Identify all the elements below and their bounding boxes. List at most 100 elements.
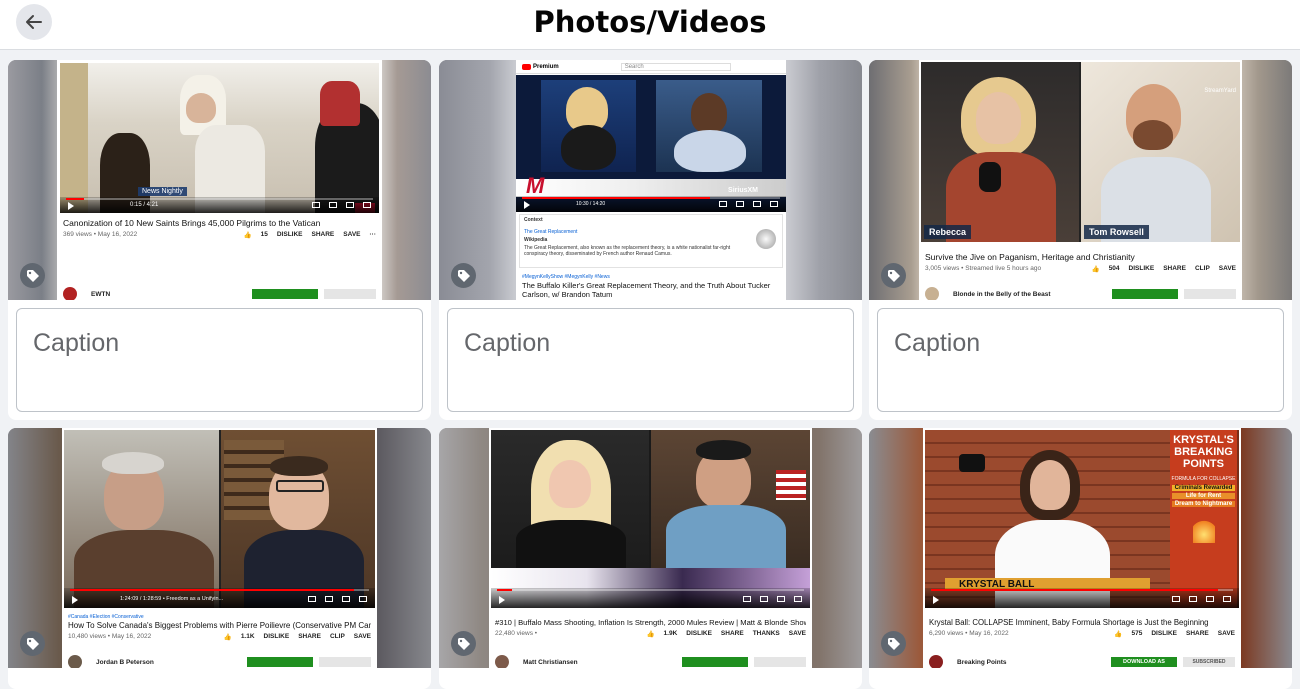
save-label: SAVE	[788, 630, 806, 637]
player-controls[interactable]: 0:15 / 4:21	[60, 197, 379, 213]
thanks-label: THANKS	[752, 630, 780, 637]
avatar	[68, 655, 82, 668]
media-thumbnail[interactable]: News Nightly 0:15 / 4:21 Canonization of…	[8, 60, 431, 300]
premium-label: Premium	[533, 63, 559, 70]
screenshot: Premium Search M SiriusXM 10:30 / 14:20 …	[516, 60, 786, 300]
save-label: SAVE	[343, 231, 361, 238]
screenshot: #310 | Buffalo Mass Shooting, Inflation …	[489, 428, 812, 668]
download-button[interactable]: DOWNLOAD AS	[1111, 657, 1177, 667]
save-label: SAVE	[353, 633, 371, 640]
thumbs-up-icon: 👍	[1114, 631, 1123, 638]
channel-row: Breaking Points DOWNLOAD AS SUBSCRIBED	[929, 655, 1235, 668]
video-frame: M SiriusXM 10:30 / 14:20	[516, 75, 786, 212]
play-icon[interactable]	[68, 202, 74, 210]
top-bar: Photos/Videos	[0, 0, 1300, 50]
overlay-label: SiriusXM	[728, 187, 758, 194]
screenshot: Rebecca Tom Rowsell StreamYard Survive t…	[919, 60, 1242, 300]
share-label: SHARE	[1163, 265, 1186, 272]
avatar	[495, 655, 509, 668]
caption-input[interactable]: Caption	[877, 308, 1284, 412]
subscribed-button[interactable]: SUBSCRIBED	[1183, 657, 1235, 667]
time-display: 10:30 / 14:20	[576, 201, 606, 207]
caption-input[interactable]: Caption	[16, 308, 423, 412]
media-card: 1:24:09 / 1:28:59 • Freedom as a Unifyin…	[8, 428, 431, 689]
share-label: SHARE	[311, 231, 335, 238]
tag-button[interactable]	[20, 263, 45, 288]
clip-label: CLIP	[329, 633, 345, 640]
play-icon[interactable]	[933, 596, 939, 604]
video-frame: 1:24:09 / 1:28:59 • Freedom as a Unifyin…	[64, 430, 375, 608]
like-count: 15	[260, 231, 268, 238]
channel-name: EWTN	[91, 290, 111, 298]
caption-input[interactable]: Caption	[447, 308, 854, 412]
media-thumbnail[interactable]: Rebecca Tom Rowsell StreamYard Survive t…	[869, 60, 1292, 300]
play-icon[interactable]	[72, 596, 78, 604]
clip-label: CLIP	[1194, 265, 1210, 272]
tag-button[interactable]	[881, 263, 906, 288]
channel-name: Blonde in the Belly of the Beast	[953, 290, 1051, 298]
player-controls[interactable]	[491, 588, 810, 608]
media-thumbnail[interactable]: KRYSTAL BALL KRYSTAL'S BREAKING POINTS F…	[869, 428, 1292, 668]
context-link[interactable]: The Great Replacement	[524, 229, 778, 235]
play-icon[interactable]	[499, 596, 505, 604]
segment-title: FORMULA FOR COLLAPSE	[1171, 476, 1236, 482]
thumbs-up-icon: 👍	[1091, 266, 1100, 273]
media-thumbnail[interactable]: Premium Search M SiriusXM 10:30 / 14:20 …	[439, 60, 862, 300]
overlay-label: News Nightly	[138, 187, 187, 196]
youtube-play-icon[interactable]	[959, 454, 985, 472]
channel-row: Blonde in the Belly of the Beast	[925, 287, 1236, 300]
video-title: Survive the Jive on Paganism, Heritage a…	[925, 252, 1135, 262]
channel-row: Matt Christiansen	[495, 655, 806, 668]
participant-name-right: Tom Rowsell	[1084, 225, 1149, 239]
tag-icon	[26, 269, 39, 282]
avatar	[929, 655, 943, 668]
dislike-label: DISLIKE	[686, 630, 712, 637]
view-stats: 6,290 views • May 16, 2022	[929, 630, 1009, 637]
time-display: 0:15 / 4:21	[130, 202, 159, 208]
view-stats: 22,480 views •	[495, 630, 538, 637]
tag-icon	[457, 269, 470, 282]
view-stats: 10,480 views • May 16, 2022	[68, 633, 152, 640]
save-label: SAVE	[1217, 630, 1235, 637]
media-thumbnail[interactable]: #310 | Buffalo Mass Shooting, Inflation …	[439, 428, 862, 668]
tag-icon	[457, 637, 470, 650]
like-count: 1.1K	[240, 633, 255, 640]
media-card: Rebecca Tom Rowsell StreamYard Survive t…	[869, 60, 1292, 420]
media-card: #310 | Buffalo Mass Shooting, Inflation …	[439, 428, 862, 689]
like-count: 504	[1108, 265, 1120, 272]
media-card: News Nightly 0:15 / 4:21 Canonization of…	[8, 60, 431, 420]
hashtags[interactable]: #Canada #Election #Conservative	[68, 614, 371, 620]
player-controls[interactable]: 10:30 / 14:20	[516, 196, 786, 212]
video-frame: News Nightly 0:15 / 4:21	[60, 63, 379, 213]
participant-name-left: Rebecca	[924, 225, 972, 239]
avatar	[925, 287, 939, 300]
context-text: The Great Replacement, also known as the…	[524, 245, 731, 257]
tag-icon	[26, 637, 39, 650]
player-controls[interactable]: 1:24:09 / 1:28:59 • Freedom as a Unifyin…	[64, 588, 375, 608]
tag-button[interactable]	[451, 263, 476, 288]
channel-row: Jordan B Peterson	[68, 655, 371, 668]
context-source: Wikipedia	[524, 237, 548, 243]
share-label: SHARE	[720, 630, 744, 637]
search-field[interactable]: Search	[620, 62, 731, 71]
media-thumbnail[interactable]: 1:24:09 / 1:28:59 • Freedom as a Unifyin…	[8, 428, 431, 668]
watermark: StreamYard	[1204, 88, 1236, 94]
save-label: SAVE	[1218, 265, 1236, 272]
show-logo: KRYSTAL'S BREAKING POINTS	[1173, 434, 1234, 470]
wikipedia-globe-icon	[756, 229, 776, 249]
dislike-label: DISLIKE	[263, 633, 290, 640]
hashtags[interactable]: #MegynKellyShow #MegynKelly #News	[522, 274, 780, 280]
player-controls[interactable]	[925, 588, 1239, 608]
media-card: Premium Search M SiriusXM 10:30 / 14:20 …	[439, 60, 862, 420]
tag-icon	[887, 269, 900, 282]
context-label: Context	[524, 217, 543, 223]
thumbs-up-icon: 👍	[223, 634, 232, 641]
channel-name: Matt Christiansen	[523, 658, 578, 666]
video-title: Krystal Ball: COLLAPSE Imminent, Baby Fo…	[929, 618, 1209, 627]
tag-button[interactable]	[881, 631, 906, 656]
tag-button[interactable]	[451, 631, 476, 656]
panel-item-2: Life for Rent	[1172, 493, 1235, 499]
video-title: Canonization of 10 New Saints Brings 45,…	[63, 218, 321, 228]
tag-button[interactable]	[20, 631, 45, 656]
play-icon[interactable]	[524, 201, 530, 209]
